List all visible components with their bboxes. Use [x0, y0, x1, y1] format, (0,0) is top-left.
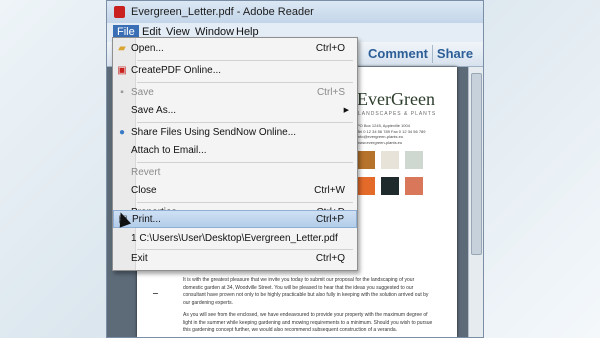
menu-item-shortcut: Ctrl+S	[316, 87, 345, 98]
vertical-scrollbar[interactable]	[468, 67, 483, 337]
share-icon: ●	[118, 127, 126, 138]
letter-paragraph: It is with the greatest pleasure that we…	[183, 277, 429, 306]
menu-separator	[137, 60, 353, 61]
margin-mark	[153, 293, 158, 294]
address-line: www.evergreen-plants.eu	[357, 139, 403, 145]
scrollbar-thumb[interactable]	[471, 73, 482, 255]
file-menu-dropdown: ▰ Open... Ctrl+O ▣ CreatePDF Online... ▪…	[112, 37, 358, 271]
menu-item-shortcut: Ctrl+Q	[315, 253, 345, 264]
flower-photo	[405, 151, 423, 169]
flower-photo	[405, 177, 423, 195]
flower-photo	[381, 177, 399, 195]
menu-item-createpdf[interactable]: ▣ CreatePDF Online...	[113, 62, 357, 80]
menu-item-label: Print...	[132, 214, 161, 225]
save-icon: ▪	[120, 87, 124, 98]
address-block: PO Box 1245, Appleville 1004 Tel 0 12 34…	[357, 123, 437, 145]
share-button[interactable]: Share	[434, 42, 476, 66]
letter-body: It is with the greatest pleasure that we…	[183, 277, 433, 335]
leaf-photo	[357, 151, 375, 169]
menu-separator	[137, 82, 353, 83]
menu-item-open[interactable]: ▰ Open... Ctrl+O	[113, 40, 357, 58]
menu-item-attach-email[interactable]: Attach to Email...	[113, 142, 357, 160]
menu-item-label: Share Files Using SendNow Online...	[131, 127, 297, 138]
folder-icon: ▰	[118, 43, 126, 54]
window-title: Evergreen_Letter.pdf - Adobe Reader	[131, 6, 314, 18]
menu-item-label: Save	[131, 87, 154, 98]
menu-item-shortcut: Ctrl+P	[315, 214, 344, 225]
menu-separator	[137, 162, 353, 163]
flower-photo	[357, 177, 375, 195]
logo-text: EverGreen	[357, 89, 435, 109]
adobe-reader-icon	[114, 6, 125, 18]
menu-item-label: Open...	[131, 43, 164, 54]
menu-item-print[interactable]: ▤ Print... Ctrl+P	[113, 210, 357, 228]
menu-item-shortcut: Ctrl+W	[314, 185, 345, 196]
menu-item-close[interactable]: Close Ctrl+W	[113, 182, 357, 200]
menu-item-exit[interactable]: Exit Ctrl+Q	[113, 250, 357, 268]
title-bar[interactable]: Evergreen_Letter.pdf - Adobe Reader	[107, 1, 483, 23]
menu-item-share-files[interactable]: ● Share Files Using SendNow Online...	[113, 124, 357, 142]
comment-button[interactable]: Comment	[365, 42, 431, 66]
menu-item-save[interactable]: ▪ Save Ctrl+S	[113, 84, 357, 102]
menu-item-save-as[interactable]: Save As... ▶	[113, 102, 357, 120]
submenu-arrow-icon: ▶	[343, 107, 349, 114]
menu-separator	[137, 202, 353, 203]
toolbar-divider	[432, 45, 433, 63]
menu-item-recent-file[interactable]: 1 C:\Users\User\Desktop\Evergreen_Letter…	[113, 230, 357, 248]
menu-item-revert[interactable]: Revert	[113, 164, 357, 182]
menu-separator	[137, 122, 353, 123]
menu-item-label: 1 C:\Users\User\Desktop\Evergreen_Letter…	[131, 233, 338, 244]
menu-item-label: CreatePDF Online...	[131, 65, 222, 76]
menu-item-label: Attach to Email...	[131, 145, 207, 156]
menu-item-label: Save As...	[131, 105, 177, 116]
menu-item-label: Revert	[131, 167, 161, 178]
pdf-create-icon: ▣	[117, 65, 127, 76]
menu-item-shortcut: Ctrl+O	[315, 43, 345, 54]
letter-paragraph: As you will see from the enclosed, we ha…	[183, 312, 433, 333]
menu-item-label: Exit	[131, 253, 148, 264]
flower-photo	[381, 151, 399, 169]
logo-subtitle: LANDSCAPES & PLANTS	[358, 111, 437, 117]
menu-item-label: Close	[131, 185, 157, 196]
